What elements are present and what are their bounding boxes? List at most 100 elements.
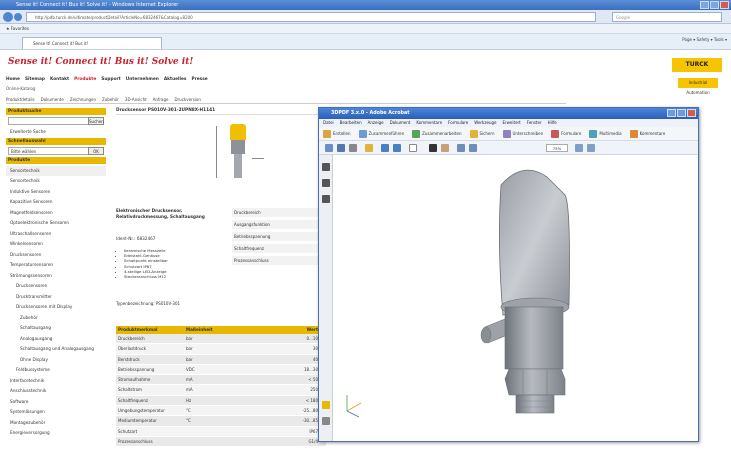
sidebar-link[interactable]: Strömungssensoren <box>6 271 106 282</box>
products-subheading[interactable]: Sensortechnik <box>6 165 106 176</box>
sidebar-link[interactable]: Montagezubehör <box>6 418 106 429</box>
topnav-item[interactable]: Produkte <box>74 77 96 82</box>
topnav-item[interactable]: Kontakt <box>50 77 69 82</box>
sidebar-link[interactable]: Kapazitive Sensoren <box>6 197 106 208</box>
viewer-menu-item[interactable]: Formulare <box>448 120 468 125</box>
subtab[interactable]: Dokumente <box>41 97 64 102</box>
sidebar-link[interactable]: Feldbussysteme <box>6 365 106 376</box>
topnav-item[interactable]: Sitemap <box>25 77 45 82</box>
viewer-task-button[interactable]: Zusammenführen <box>358 127 404 140</box>
comments-icon[interactable] <box>322 401 330 409</box>
sidebar-link[interactable]: Drucksensoren <box>6 250 106 261</box>
subtab[interactable]: Druckversion <box>174 97 200 102</box>
sidebar-link[interactable]: Schaltausgang <box>6 323 106 334</box>
prev-page-icon[interactable] <box>381 144 389 152</box>
sidebar-search-button[interactable]: Suchen <box>88 117 104 125</box>
page-number-input[interactable] <box>409 144 417 152</box>
topnav-item[interactable]: Unternehmen <box>126 77 159 82</box>
sidebar-link[interactable]: Systemlösungen <box>6 407 106 418</box>
turck-logo[interactable]: TURCK <box>672 58 722 72</box>
search-input[interactable]: Google <box>612 12 722 22</box>
viewer-task-button[interactable]: Zusammenarbeiten <box>412 127 462 140</box>
viewer-task-button[interactable]: Formulare <box>551 127 581 140</box>
sidebar-search-input[interactable]: Suchen <box>8 117 104 125</box>
sidebar-link[interactable]: Schaltausgang und Analogausgang <box>6 344 106 355</box>
viewer-menu-item[interactable]: Fenster <box>527 120 542 125</box>
viewer-menu-item[interactable]: Dokument <box>390 120 411 125</box>
quick-select-button[interactable]: OK <box>88 146 104 155</box>
viewer-menu-item[interactable]: Kommentare <box>416 120 442 125</box>
secondary-nav[interactable]: Online-Katalog <box>6 86 206 93</box>
sidebar-link[interactable]: Zubehör <box>6 313 106 324</box>
topnav-item[interactable]: Support <box>101 77 120 82</box>
viewer-menu-item[interactable]: Bearbeiten <box>340 120 362 125</box>
sidebar-link[interactable]: Ohne Display <box>6 355 106 366</box>
viewer-task-button[interactable]: Unterschreiben <box>502 127 543 140</box>
sidebar-link[interactable]: Sensortechnik <box>6 176 106 187</box>
browser-tools[interactable]: Page ▾ Safety ▾ Tools ▾ <box>682 37 727 42</box>
close-button[interactable] <box>720 1 729 9</box>
sidebar-link[interactable]: Software <box>6 397 106 408</box>
subtab[interactable]: Anfrage <box>153 97 169 102</box>
sidebar-link[interactable]: Induktive Sensoren <box>6 187 106 198</box>
select-tool-icon[interactable] <box>429 144 437 152</box>
next-page-icon[interactable] <box>393 144 401 152</box>
subtab[interactable]: Produktdetails <box>6 97 35 102</box>
hand-tool-icon[interactable] <box>441 144 449 152</box>
sidebar-link[interactable]: Interfacetechnik <box>6 376 106 387</box>
subtab[interactable]: Zeichnungen <box>70 97 96 102</box>
favorites-label[interactable]: Favorites <box>11 26 29 31</box>
viewer-minimize-button[interactable] <box>667 109 676 117</box>
pages-icon[interactable] <box>322 163 330 171</box>
viewer-task-button[interactable]: Kommentare <box>629 127 665 140</box>
browser-tab[interactable]: Sense it! Connect it! Bus it! <box>22 37 162 49</box>
viewer-task-button[interactable]: Sichern <box>469 127 495 140</box>
subtab[interactable]: 3D-Ansicht <box>125 97 147 102</box>
fit-page-icon[interactable] <box>575 144 583 152</box>
sidebar-link[interactable]: Magnetfeldsensoren <box>6 208 106 219</box>
quick-select[interactable]: Bitte wählen OK <box>8 146 104 155</box>
maximize-button[interactable] <box>710 1 719 9</box>
zoom-in-icon[interactable] <box>469 144 477 152</box>
forward-button[interactable] <box>14 13 22 21</box>
topnav-item[interactable]: Presse <box>191 77 207 82</box>
sidebar-link[interactable]: Drucksensoren mit Display <box>6 302 106 313</box>
favorites-star-icon[interactable]: ★ <box>6 26 10 31</box>
sidebar-link[interactable]: Drucksensoren <box>6 281 106 292</box>
signatures-icon[interactable] <box>322 195 330 203</box>
sidebar-link[interactable]: Ultraschallsensoren <box>6 229 106 240</box>
viewer-task-button[interactable]: Multimedia <box>589 127 622 140</box>
bookmarks-icon[interactable] <box>322 179 330 187</box>
viewer-menu-item[interactable]: Hilfe <box>548 120 557 125</box>
viewer-menu-item[interactable]: Anzeige <box>368 120 384 125</box>
viewer-task-button[interactable]: Erstellen <box>323 127 351 140</box>
viewer-menu-item[interactable]: Werkzeuge <box>474 120 496 125</box>
open-icon[interactable] <box>325 144 333 152</box>
topnav-item[interactable]: Home <box>6 77 20 82</box>
sidebar-link[interactable]: Energieversorgung <box>6 428 106 439</box>
subtab[interactable]: Zubehör <box>102 97 119 102</box>
minimize-button[interactable] <box>700 1 709 9</box>
sidebar-link[interactable]: Temperatursensoren <box>6 260 106 271</box>
zoom-out-icon[interactable] <box>457 144 465 152</box>
product-image[interactable] <box>208 118 268 190</box>
attachments-icon[interactable] <box>322 417 330 425</box>
topnav-item[interactable]: Aktuelles <box>164 77 187 82</box>
sidebar-link[interactable]: Analogausgang <box>6 334 106 345</box>
zoom-select[interactable]: 75% <box>546 144 568 152</box>
extended-search-link[interactable]: Erweiterte Suche <box>6 127 106 138</box>
viewer-close-button[interactable] <box>687 109 696 117</box>
fit-width-icon[interactable] <box>587 144 595 152</box>
3d-sensor-model[interactable] <box>333 155 698 441</box>
back-button[interactable] <box>3 12 13 22</box>
sidebar-link[interactable]: Anschlusstechnik <box>6 386 106 397</box>
email-icon[interactable] <box>365 144 373 152</box>
print-icon[interactable] <box>349 144 357 152</box>
sidebar-link[interactable]: Drucktransmitter <box>6 292 106 303</box>
sidebar-link[interactable]: Winkelsensoren <box>6 239 106 250</box>
sidebar-link[interactable]: Optoelektronische Sensoren <box>6 218 106 229</box>
viewer-maximize-button[interactable] <box>677 109 686 117</box>
viewer-menu-item[interactable]: Datei <box>323 120 334 125</box>
save-icon[interactable] <box>337 144 345 152</box>
address-input[interactable]: http://pdb.turck.de/ultimate/productDeta… <box>26 12 596 22</box>
